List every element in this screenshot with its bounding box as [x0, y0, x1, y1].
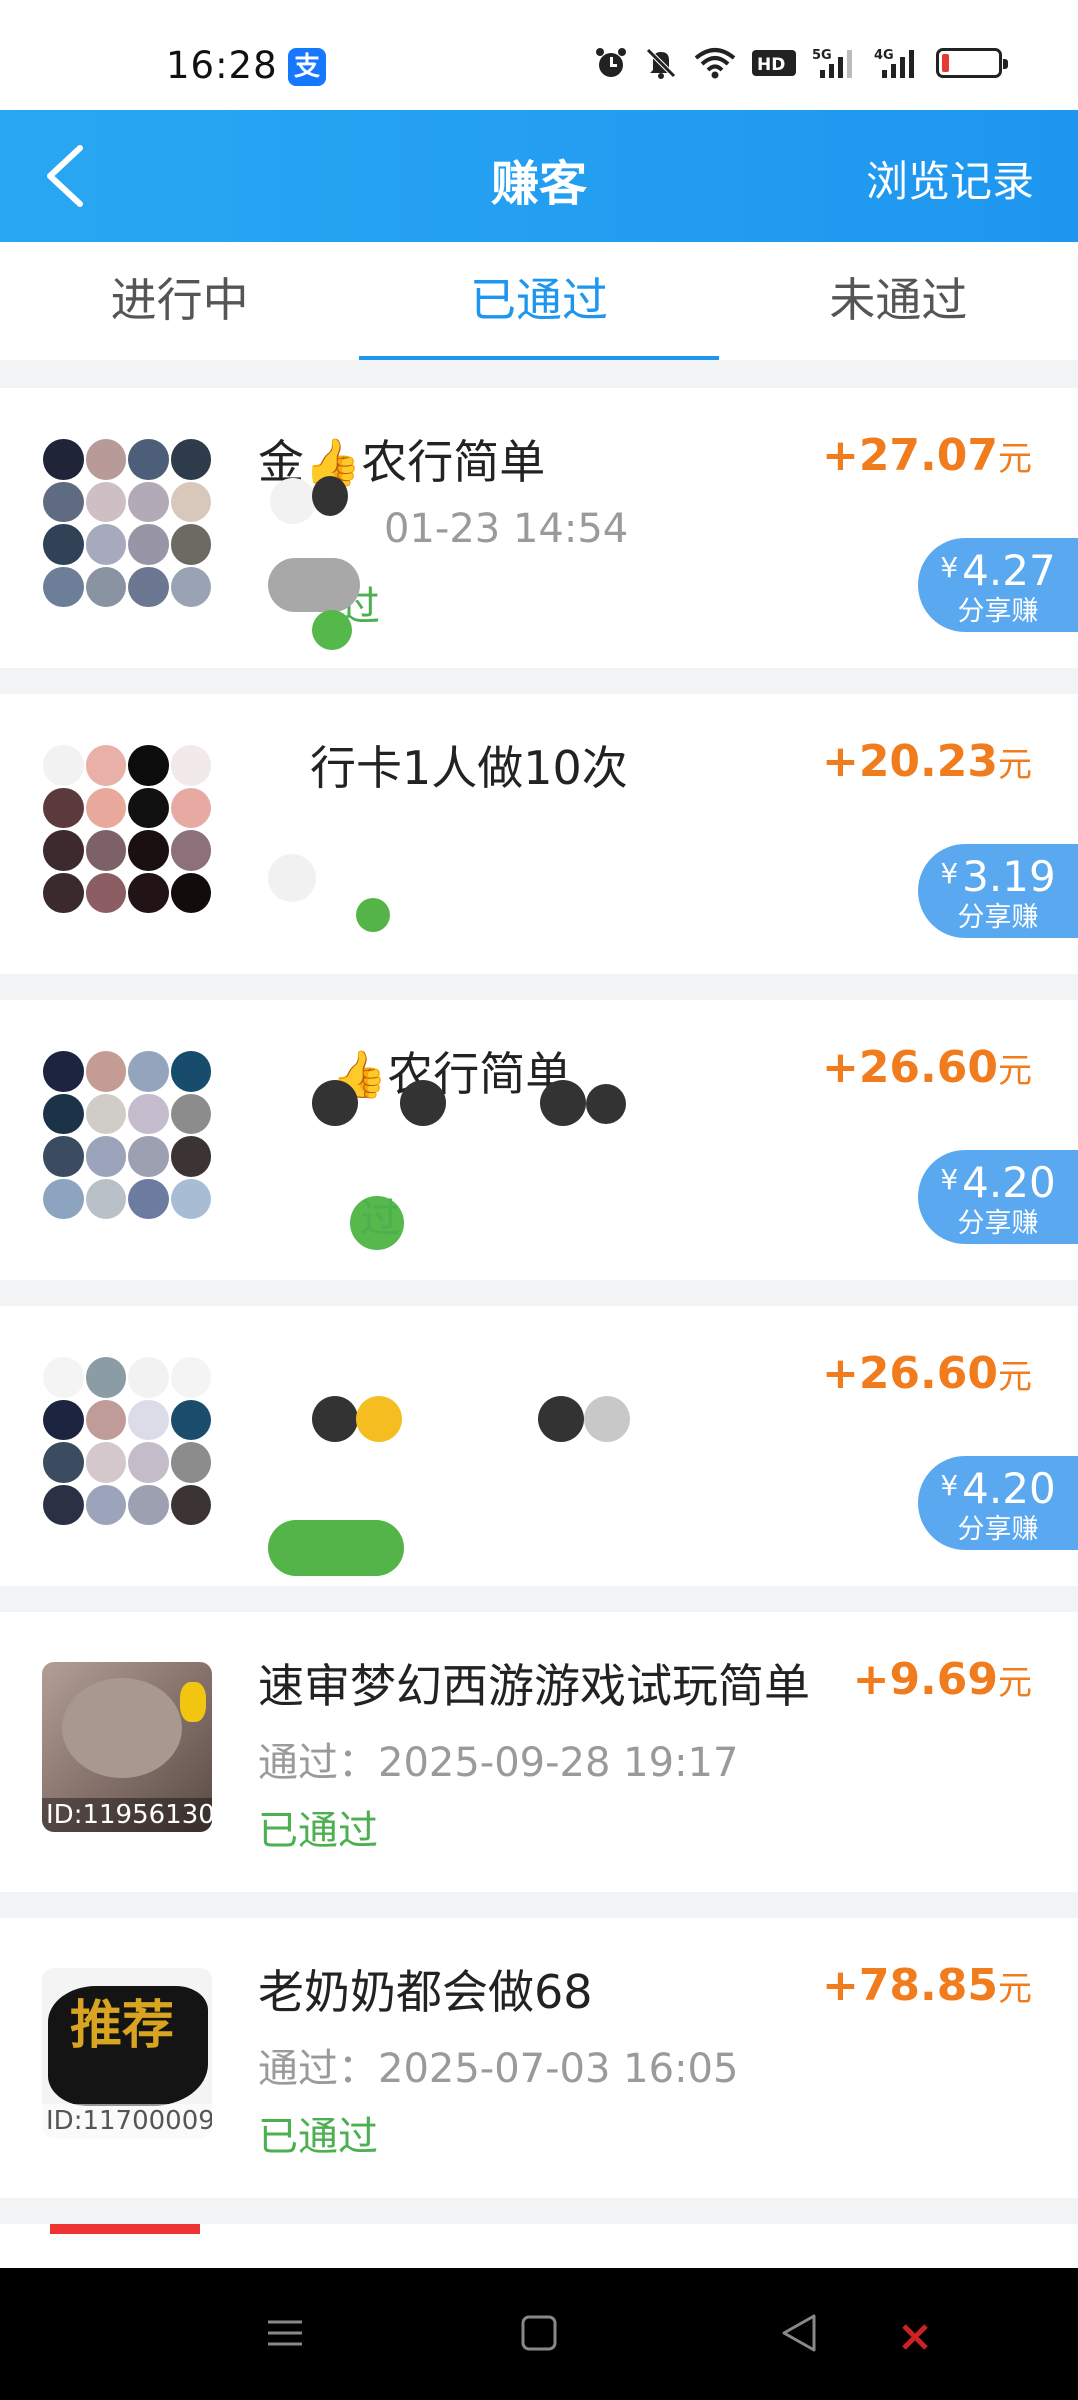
reward-amount: +26.60元	[821, 1042, 1032, 1093]
task-title: 老奶奶都会做68	[258, 1965, 593, 2019]
tab-rejected[interactable]: 未通过	[719, 242, 1078, 360]
task-thumbnail	[42, 438, 212, 608]
task-time: 01-23 14:54	[384, 506, 629, 552]
alarm-icon	[596, 48, 626, 77]
back-triangle-icon[interactable]	[776, 2310, 822, 2356]
reward-amount: +26.60元	[821, 1348, 1032, 1399]
task-thumbnail	[42, 744, 212, 914]
thumb-badge-text: 推荐	[70, 1995, 175, 2056]
svg-text:4G: 4G	[874, 48, 894, 63]
hd-icon: HD	[752, 50, 796, 76]
task-title: 👍农行简单	[330, 1047, 572, 1101]
task-status: 已通过	[258, 1808, 378, 1854]
app-header: 赚客 浏览记录	[0, 110, 1078, 242]
thumb-id-label: ID:11700009	[42, 2104, 212, 2138]
wifi-icon	[694, 48, 736, 79]
menu-icon[interactable]	[262, 2310, 308, 2356]
browse-history-button[interactable]: 浏览记录	[866, 148, 1034, 209]
watermark-logo-icon	[900, 2322, 930, 2352]
status-time: 16:28	[166, 44, 278, 87]
reward-amount: +27.07元	[821, 430, 1032, 481]
share-earn-button[interactable]: ¥4.27 分享赚	[918, 538, 1078, 632]
task-title: 速审梦幻西游游戏试玩简单	[258, 1659, 810, 1713]
task-card[interactable]: 金👍农行简单 01-23 14:54 过 +27.07元 ¥4.27 分享赚	[0, 388, 1078, 668]
status-tabs: 进行中 已通过 未通过	[0, 242, 1078, 360]
mute-bell-icon	[646, 48, 676, 79]
alipay-notification-icon: 支	[288, 48, 326, 86]
screen: 16:28 支 HD 5G 4G 赚客 浏览记录 进行中 已通过 未通过 金👍农…	[0, 0, 1078, 2400]
share-earn-button[interactable]: ¥4.20 分享赚	[918, 1456, 1078, 1550]
task-card[interactable]: +26.60元 ¥4.20 分享赚	[0, 1306, 1078, 1586]
task-status: 已通过	[258, 2114, 378, 2160]
svg-text:5G: 5G	[812, 48, 832, 63]
task-thumbnail: 推荐 ID:11700009	[42, 1968, 212, 2138]
task-card[interactable]: ID:11956130 速审梦幻西游游戏试玩简单 通过：2025-09-28 1…	[0, 1612, 1078, 1892]
task-card[interactable]: 👍农行简单 过 +26.60元 ¥4.20 分享赚	[0, 1000, 1078, 1280]
task-time: 通过：2025-09-28 19:17	[258, 1740, 739, 1786]
task-thumbnail	[42, 1356, 212, 1526]
share-earn-button[interactable]: ¥3.19 分享赚	[918, 844, 1078, 938]
reward-amount: +9.69元	[852, 1654, 1032, 1705]
tab-approved[interactable]: 已通过	[359, 242, 719, 360]
svg-text:HD: HD	[757, 55, 785, 75]
signal-5g-icon: 5G	[812, 48, 852, 78]
status-bar: 16:28 支 HD 5G 4G	[0, 0, 1078, 110]
thumb-id-label: ID:11956130	[42, 1798, 212, 1832]
task-title: 行卡1人做10次	[310, 741, 628, 795]
task-thumbnail: ID:11956130	[42, 1662, 212, 1832]
battery-icon	[936, 48, 1008, 78]
reward-amount: +78.85元	[821, 1960, 1032, 2011]
task-time: 通过：2025-07-03 16:05	[258, 2046, 739, 2092]
system-navigation-bar	[0, 2268, 1078, 2400]
task-thumbnail	[42, 1050, 212, 1220]
tab-in-progress[interactable]: 进行中	[0, 242, 359, 360]
share-earn-button[interactable]: ¥4.20 分享赚	[918, 1150, 1078, 1244]
reward-amount: +20.23元	[821, 736, 1032, 787]
task-card[interactable]: 行卡1人做10次 +20.23元 ¥3.19 分享赚	[0, 694, 1078, 974]
task-status: 过	[360, 1196, 400, 1242]
signal-4g-icon: 4G	[874, 48, 914, 78]
task-card[interactable]: 推荐 ID:11700009 老奶奶都会做68 通过：2025-07-03 16…	[0, 1918, 1078, 2198]
status-icons: HD 5G 4G	[594, 46, 1008, 80]
home-icon[interactable]	[516, 2310, 562, 2356]
